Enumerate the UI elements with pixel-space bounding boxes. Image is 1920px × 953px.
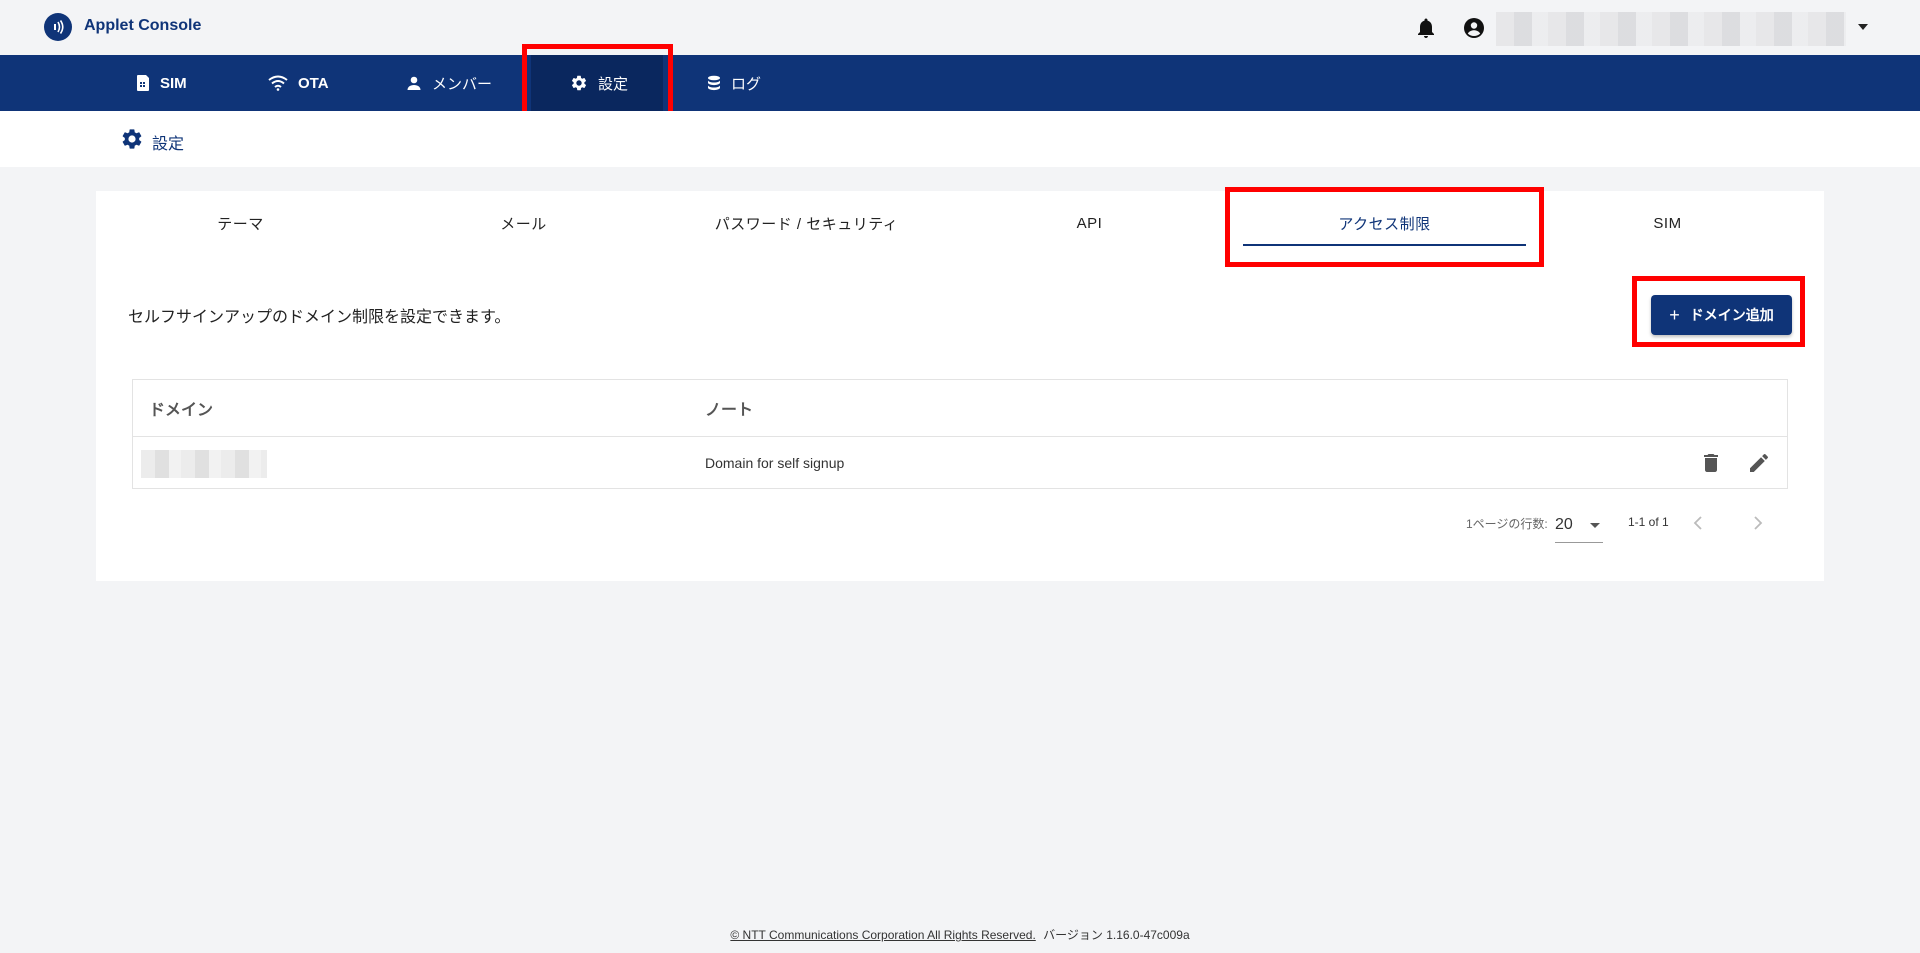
gear-icon	[122, 129, 142, 149]
tab-access-restriction[interactable]: アクセス制限	[1243, 197, 1526, 249]
notification-bell-icon[interactable]	[1414, 16, 1438, 40]
nav-item-sim[interactable]: SIM	[134, 55, 187, 111]
sim-card-icon	[137, 75, 149, 91]
domain-table: ドメイン ノート Domain for self signup	[132, 379, 1788, 489]
app-title: Applet Console	[84, 17, 202, 34]
nav-item-ota[interactable]: OTA	[268, 55, 329, 111]
chevron-right-icon[interactable]	[1746, 511, 1770, 535]
account-menu-caret-icon[interactable]	[1858, 24, 1868, 30]
app-logo	[44, 13, 72, 41]
database-icon	[708, 75, 720, 91]
table-cell-note: Domain for self signup	[705, 455, 845, 471]
nav-item-settings[interactable]: 設定	[531, 55, 663, 111]
plus-icon: +	[1669, 305, 1680, 325]
nav-item-log[interactable]: ログ	[707, 55, 761, 111]
breadcrumb-label: 設定	[152, 136, 185, 153]
main-nav: SIM OTA メンバー 設定 ログ	[0, 55, 1920, 111]
tab-theme[interactable]: テーマ	[99, 191, 382, 255]
tab-password-security[interactable]: パスワード / セキュリティ	[665, 191, 948, 255]
tab-mail[interactable]: メール	[382, 191, 665, 255]
person-icon	[407, 76, 421, 90]
delete-icon[interactable]	[1699, 451, 1723, 475]
chevron-left-icon[interactable]	[1686, 511, 1710, 535]
column-header-domain: ドメイン	[149, 402, 214, 419]
copyright-link[interactable]: © NTT Communications Corporation All Rig…	[730, 928, 1035, 942]
add-domain-button[interactable]: + ドメイン追加	[1651, 295, 1792, 335]
tab-sim[interactable]: SIM	[1526, 191, 1809, 255]
nav-label: メンバー	[432, 75, 493, 93]
account-name-redacted[interactable]	[1496, 12, 1846, 46]
top-bar: Applet Console	[0, 0, 1920, 55]
header-divider	[133, 436, 1787, 437]
pagination-range: 1-1 of 1	[1628, 515, 1669, 529]
column-header-note: ノート	[705, 402, 754, 419]
pagination: 1ページの行数: 20 1-1 of 1	[96, 507, 1824, 547]
chevron-down-icon	[1590, 523, 1600, 528]
add-domain-label: ドメイン追加	[1689, 307, 1774, 323]
nav-label: SIM	[160, 74, 187, 92]
tab-api[interactable]: API	[948, 191, 1231, 255]
nav-item-members[interactable]: メンバー	[406, 55, 492, 111]
active-tab-indicator	[1243, 244, 1526, 246]
rows-per-page-label: 1ページの行数:	[1466, 517, 1548, 531]
gear-icon	[571, 75, 587, 91]
domain-value-redacted	[141, 450, 267, 478]
rows-per-page-value: 20	[1555, 516, 1573, 533]
version-text: バージョン 1.16.0-47c009a	[1043, 928, 1190, 942]
nfc-icon	[54, 20, 64, 34]
account-circle-icon[interactable]	[1462, 16, 1486, 40]
nav-label: 設定	[598, 75, 629, 93]
access-description: セルフサインアップのドメイン制限を設定できます。	[128, 309, 511, 326]
settings-card: テーマ メール パスワード / セキュリティ API アクセス制限 SIM セル…	[96, 191, 1824, 581]
rows-per-page-select[interactable]: 20	[1555, 507, 1603, 543]
footer: © NTT Communications Corporation All Rig…	[0, 926, 1920, 943]
nav-label: OTA	[298, 74, 329, 92]
wifi-icon	[268, 75, 288, 91]
edit-pencil-icon[interactable]	[1747, 451, 1771, 475]
nav-label: ログ	[731, 75, 762, 93]
breadcrumb: 設定	[0, 111, 1920, 167]
